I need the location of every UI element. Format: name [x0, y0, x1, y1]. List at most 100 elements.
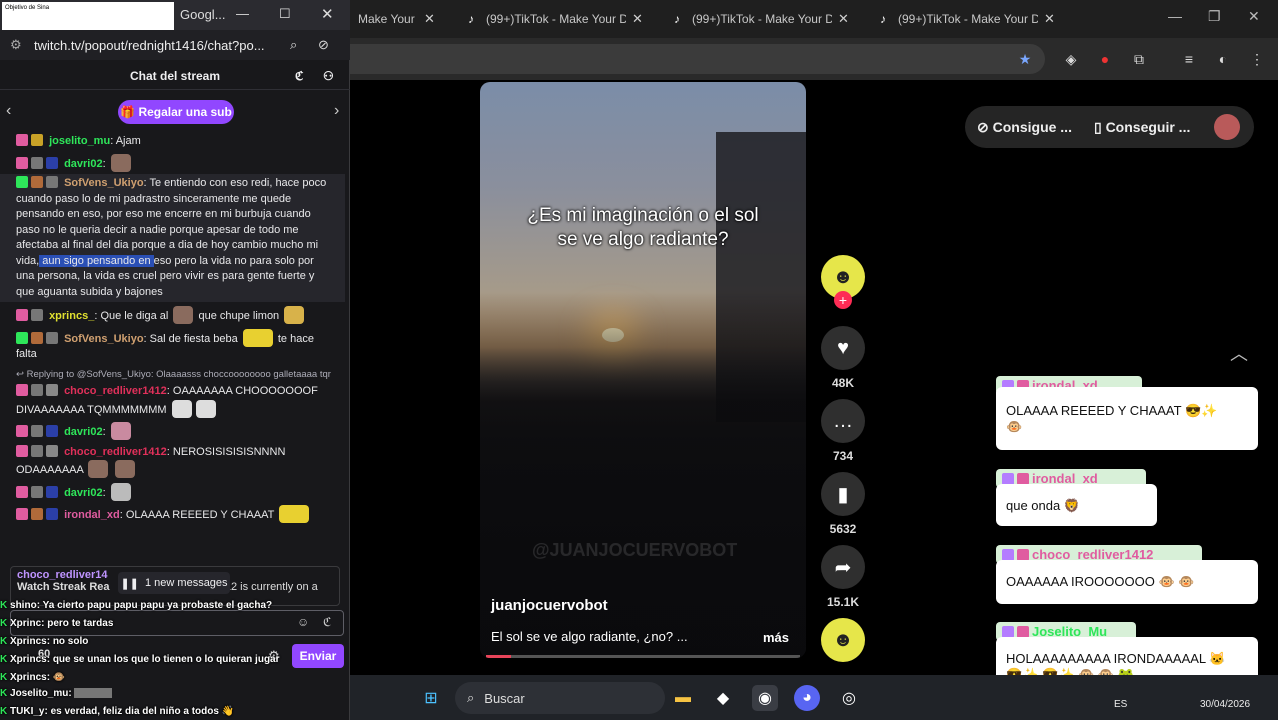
emote-picker-icon[interactable]: ☺ — [297, 615, 309, 629]
adblock-icon[interactable]: ● — [1096, 50, 1114, 68]
puzzle-icon[interactable]: ⧉ — [1130, 50, 1148, 68]
zoom-icon[interactable]: ⌕ — [290, 37, 297, 53]
overlay-chat-message: OAAAAAA IROOOOOOO 🐵 🐵 — [996, 560, 1258, 604]
more-button[interactable]: más — [763, 630, 789, 645]
translate-icon[interactable]: ℭ — [295, 62, 303, 90]
folder-icon[interactable]: ▬ — [670, 685, 696, 711]
tiktok-icon: ♪ — [880, 12, 886, 26]
user-avatar[interactable] — [1214, 114, 1240, 140]
eye-off-icon[interactable]: ⊘ — [318, 37, 329, 53]
send-button[interactable]: Enviar — [292, 644, 344, 668]
chat-message[interactable]: irondal_xd: OLAAAA REEEED Y CHAAAT — [0, 503, 345, 526]
translate-icon[interactable]: ℭ — [323, 615, 331, 629]
chat-message[interactable]: SofVens_Ukiyo: Te entiendo con eso redi,… — [0, 174, 345, 302]
chat-message[interactable]: choco_redliver1412: OAAAAAAA CHOOOOOOOF … — [0, 382, 345, 420]
follow-plus-icon[interactable]: + — [834, 291, 852, 309]
discord-icon[interactable]: ◕ — [794, 685, 820, 711]
get-app-mobile-button[interactable]: ▯ Conseguir ... — [1094, 119, 1190, 136]
chrome-icon[interactable]: ◉ — [752, 685, 778, 711]
menu-icon[interactable]: ⋮ — [1248, 50, 1266, 68]
chat-message[interactable]: joselito_mu: Ajam — [0, 132, 345, 152]
close-icon[interactable]: ✕ — [424, 11, 435, 27]
tiktok-icon: ♪ — [674, 12, 680, 26]
media-icon[interactable]: ≡ — [1180, 50, 1198, 68]
chat-message[interactable]: davri02: — [0, 152, 345, 175]
close-window-icon[interactable]: ✕ — [1248, 8, 1260, 25]
get-app-button[interactable]: ⊘ Consigue ... — [977, 119, 1072, 136]
language-indicator[interactable]: ES — [1114, 699, 1127, 710]
tab-4[interactable]: ♪ (99+)TikTok - Make Your Day ✕ — [868, 6, 1068, 32]
gift-sub-button[interactable]: 🎁 Regalar una sub — [118, 100, 234, 124]
comment-action[interactable]: … 734 — [818, 399, 868, 463]
extension-icon[interactable]: ◈ — [1062, 50, 1080, 68]
tab-3[interactable]: ♪ (99+)TikTok - Make Your Day ✕ — [662, 6, 862, 32]
popout-url: twitch.tv/popout/rednight1416/chat?po... — [34, 37, 265, 53]
chat-message[interactable]: choco_redliver1412: NEROSISISISISNNNN OD… — [0, 443, 345, 481]
emote — [279, 505, 310, 523]
chevron-right-icon[interactable]: › — [334, 102, 339, 120]
tiktok-video[interactable]: ¿Es mi imaginación o el sol se ve algo r… — [480, 82, 806, 658]
share-count: 15.1K — [826, 595, 860, 609]
chat-message[interactable]: SofVens_Ukiyo: Sal de fiesta beba te hac… — [0, 327, 345, 365]
video-username[interactable]: juanjocuervobot — [491, 597, 608, 614]
app-icon[interactable]: ◆ — [710, 685, 736, 711]
tiktok-icon: ♪ — [468, 12, 474, 26]
like-count: 48K — [831, 376, 854, 390]
save-action[interactable]: ▮ 5632 — [818, 472, 868, 536]
chat-message[interactable]: davri02: — [0, 420, 345, 443]
bookmark-icon[interactable]: ▮ — [821, 472, 865, 516]
video-caption: ¿Es mi imaginación o el sol se ve algo r… — [527, 205, 759, 250]
new-messages-button[interactable]: ❚❚ 1 new messages — [118, 572, 230, 594]
windows-start-icon[interactable]: ⊞ — [418, 685, 444, 711]
emote — [242, 328, 273, 347]
search-icon: ⌕ — [467, 690, 475, 705]
streak-user: choco_redliver14 — [17, 569, 108, 581]
overlay-chat-message: que onda 🦁 — [996, 484, 1157, 526]
streak-title: Watch Streak Rea — [17, 581, 110, 593]
share-icon[interactable]: ➦ — [821, 545, 865, 589]
emote — [88, 460, 109, 478]
like-action[interactable]: ♥ 48K — [818, 326, 868, 390]
restore-icon[interactable]: ❐ — [1208, 8, 1221, 25]
close-icon[interactable]: ✕ — [632, 11, 643, 27]
profile-icon[interactable]: ◐ — [1214, 50, 1232, 68]
get-app-pill: ⊘ Consigue ... ▯ Conseguir ... — [965, 106, 1254, 148]
creator-avatar[interactable]: ☻ + — [818, 255, 868, 309]
tab-1[interactable]: Make Your Day ✕ — [350, 6, 450, 32]
popout-app-name: Googl... — [180, 7, 226, 22]
taskbar-search[interactable]: ⌕ Buscar — [455, 682, 665, 714]
sound-disc[interactable]: ☻ — [818, 618, 868, 662]
video-progress[interactable] — [486, 655, 800, 658]
obs-icon[interactable]: ◎ — [836, 685, 862, 711]
bookmark-star-icon[interactable]: ★ — [1016, 50, 1034, 68]
music-disc-icon[interactable]: ☻ — [821, 618, 865, 662]
date[interactable]: 30/04/2026 — [1200, 699, 1250, 710]
tab-2[interactable]: ♪ (99+)TikTok - Make Your Day ✕ — [456, 6, 656, 32]
close-icon[interactable]: ✕ — [838, 11, 849, 27]
share-action[interactable]: ➦ 15.1K — [818, 545, 868, 609]
overlay-line: K Xprincs: no solo — [0, 636, 89, 647]
tab-title: (99+)TikTok - Make Your Day — [898, 12, 1038, 26]
video-description: El sol se ve algo radiante, ¿no? ... — [491, 629, 688, 644]
tab-title: (99+)TikTok - Make Your Day — [486, 12, 626, 26]
chat-message[interactable]: xprincs_: Que le diga al que chupe limon — [0, 304, 345, 327]
site-info-icon[interactable]: ⚙ — [10, 37, 22, 53]
users-icon[interactable]: ⚇ — [323, 62, 334, 90]
close-icon[interactable]: ✕ — [1044, 11, 1055, 27]
maximize-icon[interactable]: ☐ — [279, 6, 291, 22]
minimize-icon[interactable]: — — [1168, 8, 1182, 24]
emote — [173, 306, 194, 324]
popout-url-bar[interactable]: ⚙ twitch.tv/popout/rednight1416/chat?po.… — [0, 30, 350, 60]
chevron-left-icon[interactable]: ‹ — [6, 102, 11, 120]
close-icon[interactable]: ✕ — [321, 5, 334, 23]
minimize-icon[interactable]: — — [236, 6, 249, 21]
heart-icon[interactable]: ♥ — [821, 326, 865, 370]
scroll-up-icon[interactable]: ︿ — [1230, 340, 1248, 366]
screen: Make Your Day ✕ ♪ (99+)TikTok - Make You… — [0, 0, 1278, 720]
comment-icon[interactable]: … — [821, 399, 865, 443]
overlay-chat-message: OLAAAA REEEED Y CHAAAT 😎✨ 🐵 — [996, 387, 1258, 450]
chat-header: Chat del stream ℭ ⚇ — [0, 62, 350, 90]
reply-context: ↩ Replying to @SofVens_Ukiyo: Olaaaasss … — [16, 368, 331, 380]
chat-message[interactable]: davri02: — [0, 481, 345, 504]
address-bar[interactable] — [350, 44, 1045, 74]
